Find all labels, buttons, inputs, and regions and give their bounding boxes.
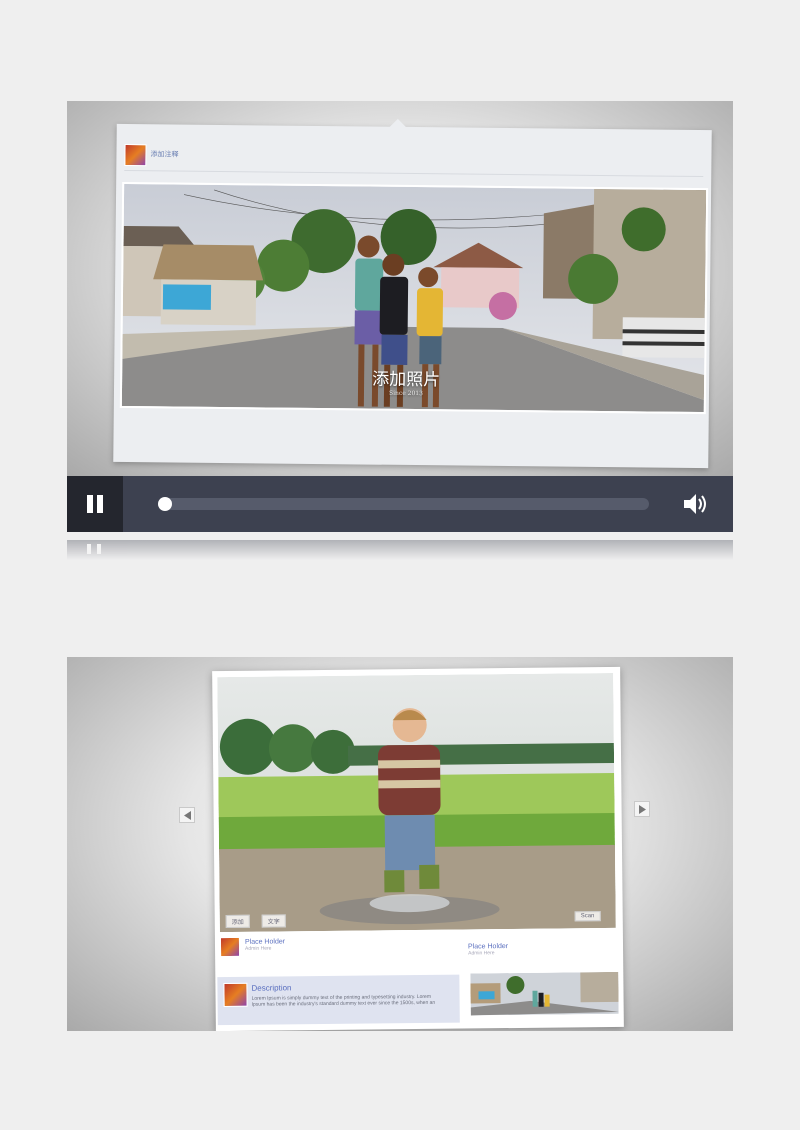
left-placeholder-subtitle: Admin Here (245, 945, 272, 952)
description-box: Description Lorem Ipsum is simply dummy … (217, 974, 460, 1026)
photo-tag-button-1[interactable]: 添加 (225, 914, 250, 929)
previous-button[interactable] (179, 807, 195, 823)
post-photo: 添加照片 Since 2013 (119, 181, 709, 415)
description-body: Lorem Ipsum is simply dummy text of the … (251, 993, 436, 1008)
avatar (219, 936, 241, 958)
video-control-bar (67, 476, 733, 532)
pause-icon (87, 495, 93, 513)
avatar (124, 143, 147, 167)
photo-tag-button-2[interactable]: 文字 (261, 914, 286, 928)
seek-handle[interactable] (158, 497, 172, 511)
post-header: 添加注释 (124, 143, 179, 167)
gallery-photo: 添加 文字 Scan (217, 672, 616, 933)
chevron-right-icon (639, 805, 646, 814)
pause-button[interactable] (67, 476, 123, 532)
post-user-name: 添加注释 (150, 151, 179, 159)
social-post-card: 添加注释 添加照片 Since 2013 (113, 118, 712, 469)
control-bar-reflection (67, 540, 733, 560)
photo-caption: 添加照片 Since 2013 (372, 365, 440, 398)
description-title: Description (251, 983, 292, 993)
volume-icon[interactable] (681, 490, 709, 518)
scan-button[interactable]: Scan (574, 911, 601, 922)
card-notch (388, 118, 407, 128)
left-placeholder: Place Holder Admin Here (245, 938, 285, 951)
photo-caption-subtitle: Since 2013 (388, 389, 423, 398)
seek-bar[interactable] (158, 497, 649, 511)
right-placeholder-subtitle: Admin Here (468, 950, 495, 957)
pause-icon-bar (97, 495, 103, 513)
village-thumbnail-image (470, 971, 619, 1016)
next-button[interactable] (634, 801, 650, 817)
gallery-card: 添加 文字 Scan Place Holder Admin Here Place… (212, 666, 624, 1031)
puddle-jump-photo (217, 672, 616, 933)
divider (124, 169, 704, 178)
photo-caption-title: 添加照片 (372, 369, 441, 391)
chevron-left-icon (184, 811, 191, 820)
gallery-preview: 添加 文字 Scan Place Holder Admin Here Place… (67, 657, 733, 1031)
avatar (223, 982, 248, 1008)
thumbnail[interactable] (468, 969, 621, 1018)
right-placeholder: Place Holder Admin Here (468, 943, 508, 956)
video-player-preview: 添加注释 添加照片 Since 2013 (67, 101, 733, 476)
